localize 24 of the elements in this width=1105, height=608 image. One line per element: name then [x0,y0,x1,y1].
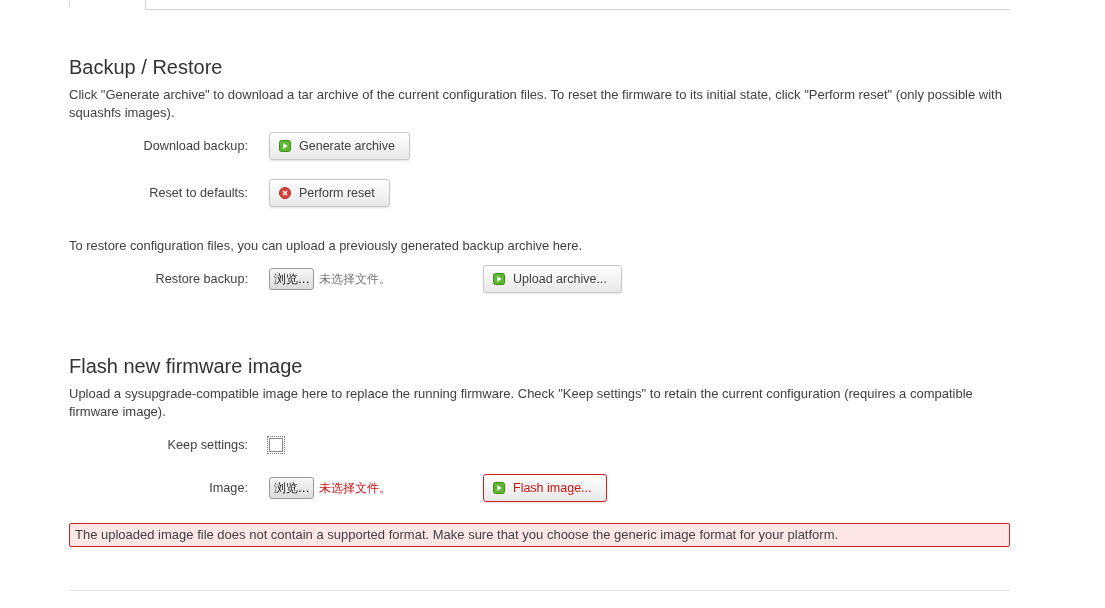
play-icon [493,482,505,494]
field-label: Reset to defaults: [148,186,248,200]
file-status-text: 未选择文件。 [319,479,392,497]
cross-icon [279,187,291,199]
action-button[interactable]: Perform reset [269,179,390,207]
action-button[interactable]: Upload archive... [483,265,622,293]
note-text: To restore configuration files, you can upload a previously generated backup archive here. [69,237,584,255]
field-label: Download backup: [142,139,248,153]
description-text: Click "Generate archive" to download a tar archive of the current configuration files. To reset the firmware to its initial state, click "Perform reset" (only possible with squashfs images). [69,86,1003,122]
action-button[interactable]: Flash image... [483,474,607,502]
section-heading: Backup / Restore [69,55,224,79]
file-status-text: 未选择文件。 [319,270,392,288]
action-button[interactable]: Generate archive [269,132,410,160]
browse-button[interactable]: 浏览... [269,268,315,290]
description-text: Upload a sysupgrade-compatible image here to replace the running firmware. Check "Keep settings" to retain the current configuration (requires a compatible firmware image). [69,385,974,421]
section-heading: Flash new firmware image [69,354,304,378]
field-label: Image: [208,481,248,495]
field-label: Keep settings: [166,438,248,452]
play-icon [493,273,505,285]
error-message: The uploaded image file does not contain a supported format. Make sure that you choose the generic image format for your platform. [69,523,1010,547]
checkbox[interactable] [269,438,283,452]
field-label: Restore backup: [154,272,248,286]
play-icon [279,140,291,152]
browse-button[interactable]: 浏览... [269,477,315,499]
